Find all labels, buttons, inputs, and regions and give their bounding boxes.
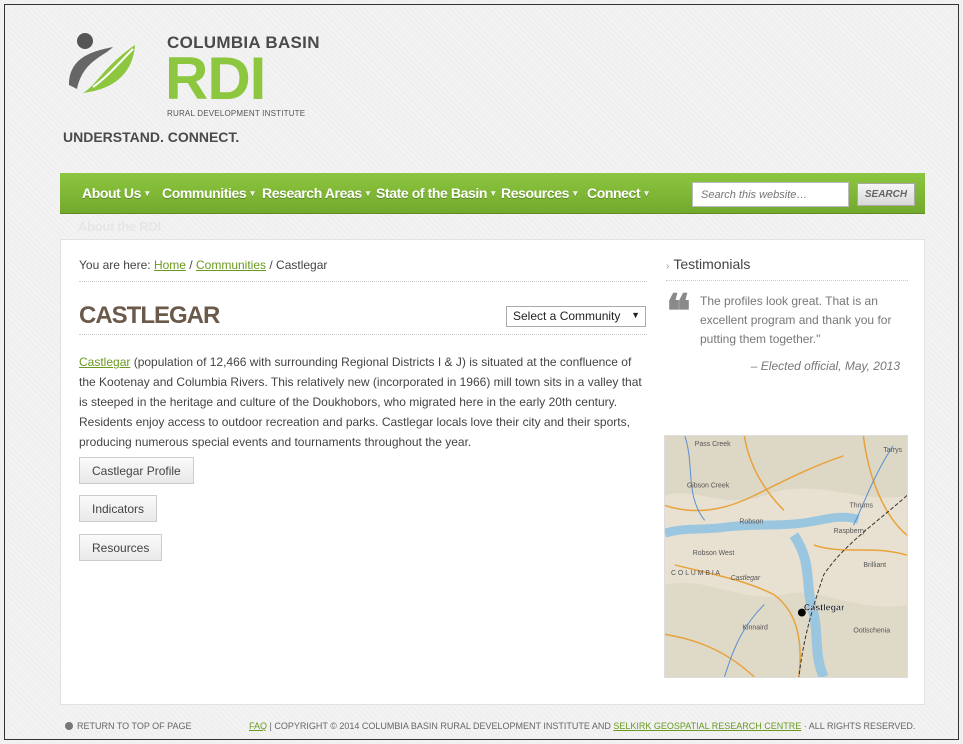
map-label: C O L U M B I A <box>671 570 720 577</box>
chevron-down-icon: ▾ <box>491 188 496 198</box>
chevron-down-icon: ▾ <box>145 188 150 198</box>
page-frame: COLUMBIA BASIN RDI RURAL DEVELOPMENT INS… <box>4 4 959 740</box>
resources-button[interactable]: Resources <box>79 534 163 561</box>
indicators-button[interactable]: Indicators <box>79 495 158 522</box>
brand-main[interactable]: RDI <box>165 49 266 109</box>
nav-item-connect[interactable]: Connect ▾ <box>587 185 649 201</box>
castlegar-map: Pass Creek Tarrys Gibson Creek Thrums Ro… <box>664 435 908 678</box>
search-button[interactable]: SEARCH <box>857 183 915 206</box>
testimonials-title: › Testimonials <box>666 256 908 281</box>
copyright-text: | COPYRIGHT © 2014 COLUMBIA BASIN RURAL … <box>267 721 614 731</box>
castlegar-profile-button[interactable]: Castlegar Profile <box>79 457 194 484</box>
chevron-down-icon: ▼ <box>631 310 640 320</box>
page-title: CASTLEGAR <box>79 302 220 329</box>
nav-item-research-areas[interactable]: Research Areas ▾ <box>262 185 370 201</box>
map-label: Ootischenia <box>853 627 890 634</box>
map-label: Robson West <box>693 550 735 557</box>
return-to-top-link[interactable]: RETURN TO TOP OF PAGE <box>65 721 192 731</box>
tagline: UNDERSTAND. CONNECT. <box>63 129 240 145</box>
map-label: Pass Creek <box>695 441 731 448</box>
map-label: Kinnaird <box>742 624 768 631</box>
chevron-down-icon: ▾ <box>250 188 255 198</box>
quote-icon: ❝ <box>666 286 691 337</box>
testimonial-quote: The profiles look great. That is an exce… <box>700 294 892 346</box>
intro-paragraph: Castlegar (population of 12,466 with sur… <box>79 352 645 452</box>
brand-subtitle: RURAL DEVELOPMENT INSTITUTE <box>167 109 306 118</box>
breadcrumb-communities-link[interactable]: Communities <box>196 258 266 272</box>
map-label: Robson <box>739 518 763 525</box>
map-label: Thrums <box>849 502 873 509</box>
nav-item-state-of-the-basin[interactable]: State of the Basin ▾ <box>376 185 496 201</box>
breadcrumb-current: Castlegar <box>276 258 328 272</box>
map-label: Raspberry <box>834 528 867 535</box>
chevron-right-icon: › <box>666 261 670 272</box>
breadcrumb-separator: / <box>266 258 277 272</box>
title-divider <box>79 334 647 335</box>
nav-item-about-us[interactable]: About Us ▾ <box>82 185 150 201</box>
breadcrumb-separator: / <box>185 258 196 272</box>
subnav-about-the-rdi[interactable]: About the RDI <box>78 219 161 234</box>
nav-item-communities[interactable]: Communities ▾ <box>162 185 255 201</box>
chevron-down-icon: ▾ <box>365 188 371 198</box>
arrow-up-icon <box>65 722 73 730</box>
community-select[interactable]: Select a Community ▼ <box>506 306 646 327</box>
chevron-down-icon: ▾ <box>573 188 578 198</box>
breadcrumb-home-link[interactable]: Home <box>154 258 186 272</box>
map-label: Gibson Creek <box>687 483 730 490</box>
footer-copyright: FAQ | COPYRIGHT © 2014 COLUMBIA BASIN RU… <box>249 721 915 731</box>
map-label: Castlegar <box>730 575 760 582</box>
search-input[interactable] <box>692 182 849 207</box>
intro-text: (population of 12,466 with surrounding R… <box>79 355 642 449</box>
content-card: You are here: Home / Communities / Castl… <box>60 239 925 705</box>
rdi-logo-icon[interactable] <box>63 27 143 99</box>
breadcrumb: You are here: Home / Communities / Castl… <box>79 258 647 282</box>
chevron-down-icon: ▾ <box>644 188 649 198</box>
rights-text: · ALL RIGHTS RESERVED. <box>801 721 916 731</box>
main-nav: About Us ▾ Communities ▾ Research Areas ▾ S… <box>60 173 925 214</box>
selkirk-link[interactable]: SELKIRK GEOSPATIAL RESEARCH CENTRE <box>613 721 801 731</box>
map-label: Tarrys <box>883 447 902 454</box>
map-label-castlegar: Castlegar <box>804 603 845 613</box>
map-label: Brilliant <box>863 562 886 569</box>
breadcrumb-prefix: You are here: <box>79 258 154 272</box>
nav-item-resources[interactable]: Resources ▾ <box>501 185 578 201</box>
testimonial-attribution: – Elected official, May, 2013 <box>750 359 900 373</box>
castlegar-link[interactable]: Castlegar <box>79 355 130 369</box>
faq-link[interactable]: FAQ <box>249 721 267 731</box>
